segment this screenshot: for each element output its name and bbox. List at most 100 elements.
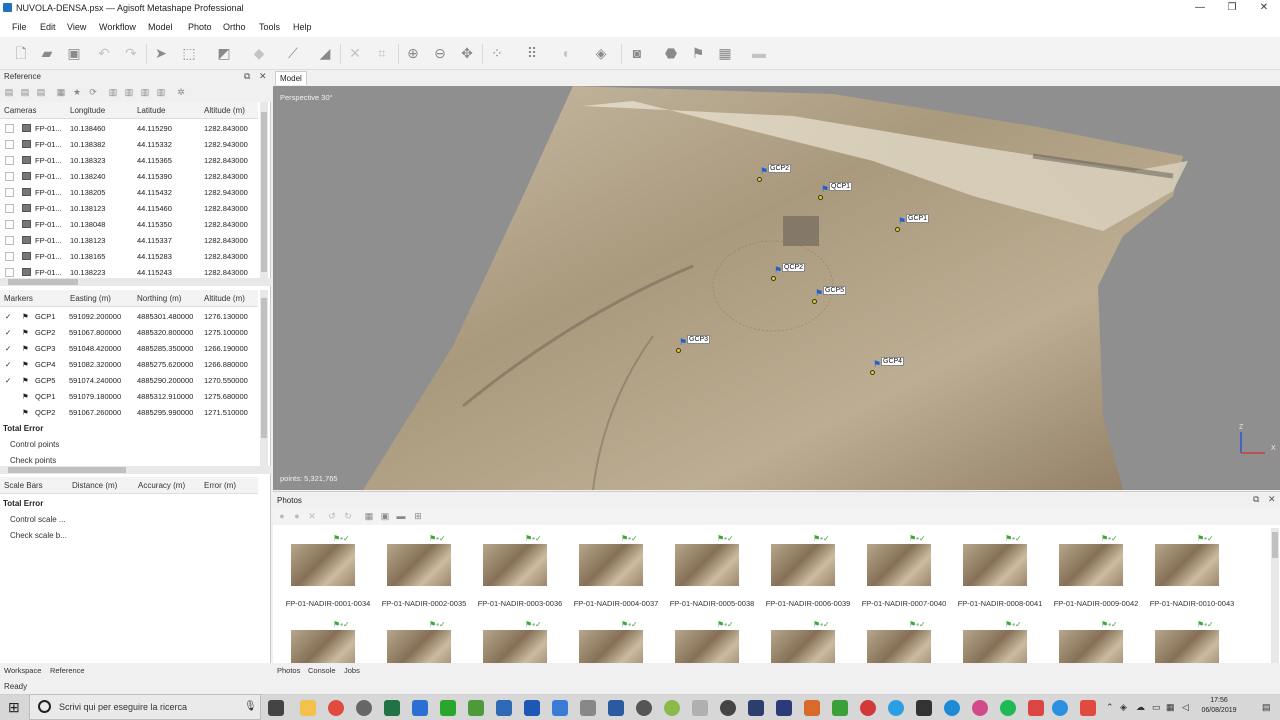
col-altitude[interactable]: Altitude (m) (204, 106, 245, 115)
marker-checkbox[interactable]: ✓ (5, 360, 11, 369)
cameras-hscroll[interactable] (0, 278, 271, 286)
photo-thumbnail[interactable]: ⚑▪✓ FP-01-NADIR-0004-0037 (571, 532, 661, 608)
close-panel-icon[interactable]: ✕ (259, 71, 267, 82)
col-error[interactable]: Error (m) (204, 481, 236, 490)
show-flags-icon[interactable]: ⚑ (689, 45, 707, 63)
show-markers-icon[interactable]: ⬣ (662, 45, 680, 63)
col-latitude[interactable]: Latitude (137, 106, 165, 115)
float-panel-icon[interactable]: ⧉ (244, 71, 250, 82)
camera-checkbox[interactable] (5, 252, 14, 261)
photo-thumbnail[interactable]: ⚑▪✓ FP-01-NADIR-0005-0038 (667, 532, 757, 608)
photo-thumbnail[interactable]: ⚑▪✓ (283, 618, 373, 664)
metashape-taskbar-icon[interactable] (496, 700, 512, 716)
app-icon-15[interactable] (692, 700, 708, 716)
marker-row[interactable]: ⚑ QCP2 591067.260000 4885295.990000 1271.510… (0, 404, 258, 420)
close-button[interactable]: ✕ (1248, 0, 1280, 17)
photo-thumbnail[interactable]: ⚑▪✓ FP-01-NADIR-0002-0035 (379, 532, 469, 608)
camera-checkbox[interactable] (5, 124, 14, 133)
camera-row[interactable]: FP-01... 10.138205 44.115432 1282.943000 (0, 184, 258, 200)
menu-ortho[interactable]: Ortho (223, 22, 246, 32)
mesh-icon[interactable]: ◐ (558, 45, 576, 63)
model-select-icon[interactable]: ◩ (215, 45, 233, 63)
camera-row[interactable]: FP-01... 10.138165 44.115283 1282.843000 (0, 248, 258, 264)
menu-tools[interactable]: Tools (259, 22, 280, 32)
app-icon-18[interactable] (776, 700, 792, 716)
zoom-in-icon[interactable]: ⊕ (404, 45, 422, 63)
photo-thumbnail[interactable]: ⚑▪✓ FP-01-NADIR-0006-0039 (763, 532, 853, 608)
reset-filter-icon[interactable]: ▬ (396, 511, 406, 521)
menu-workflow[interactable]: Workflow (99, 22, 136, 32)
photo-thumbnail[interactable]: ⚑▪✓ FP-01-NADIR-0010-0043 (1147, 532, 1237, 608)
rect-select-icon[interactable]: ⬚ (180, 45, 198, 63)
markers-vscroll[interactable] (260, 290, 268, 466)
tray-app-icon[interactable]: ◈ (1120, 702, 1127, 713)
app-icon-14[interactable] (664, 700, 680, 716)
zoom-out-icon[interactable]: ⊖ (431, 45, 449, 63)
col-scale-bars[interactable]: Scale Bars (4, 481, 43, 490)
photo-thumbnail[interactable]: ⚑▪✓ (955, 618, 1045, 664)
camera-checkbox[interactable] (5, 188, 14, 197)
photo-thumbnail[interactable]: ⚑▪✓ FP-01-NADIR-0009-0042 (1051, 532, 1141, 608)
explorer-icon[interactable] (300, 700, 316, 716)
export-icon[interactable]: ▤ (20, 87, 30, 97)
chrome-icon[interactable] (328, 700, 344, 716)
photos-vscroll[interactable] (1271, 528, 1279, 664)
photo-thumbnail[interactable]: ⚑▪✓ FP-01-NADIR-0007-0040 (859, 532, 949, 608)
app-icon-5[interactable] (412, 700, 428, 716)
new-icon[interactable]: 🗋 (12, 45, 30, 63)
marker-row[interactable]: ✓ ⚑ GCP4 591082.320000 4885275.620000 1266.88… (0, 356, 258, 372)
undo-icon[interactable]: ↶ (95, 45, 113, 63)
marker-checkbox[interactable]: ✓ (5, 376, 11, 385)
marker-row[interactable]: ✓ ⚑ GCP5 591074.240000 4885290.200000 1270.55… (0, 372, 258, 388)
update-icon[interactable]: ⟳ (88, 87, 98, 97)
tiled-model-icon[interactable]: ◈ (592, 45, 610, 63)
tray-volume-icon[interactable]: ◁ (1182, 702, 1189, 713)
photo-thumbnail[interactable]: ⚑▪✓ (763, 618, 853, 664)
task-view-icon[interactable] (268, 700, 284, 716)
tab-model[interactable]: Model (275, 71, 307, 85)
open-icon[interactable]: ▰ (38, 45, 56, 63)
eraser-icon[interactable]: ◢ (316, 45, 334, 63)
tray-cloud-icon[interactable]: ☁ (1136, 702, 1145, 713)
view-source-icon[interactable]: ▥ (108, 87, 118, 97)
photo-thumbnail[interactable]: ⚑▪✓ (475, 618, 565, 664)
app-icon-7[interactable] (468, 700, 484, 716)
menu-help[interactable]: Help (293, 22, 312, 32)
marker-row[interactable]: ✓ ⚑ GCP3 591048.420000 4885285.350000 1266.19… (0, 340, 258, 356)
menu-file[interactable]: File (12, 22, 27, 32)
app-icon-22[interactable] (888, 700, 904, 716)
col-markers[interactable]: Markers (4, 294, 33, 303)
marker-row[interactable]: ✓ ⚑ GCP2 591067.800000 4885320.800000 1275.10… (0, 324, 258, 340)
camera-row[interactable]: FP-01... 10.138223 44.115243 1282.843000 (0, 264, 258, 278)
tray-battery-icon[interactable]: ▭ (1152, 702, 1161, 713)
crop-icon[interactable]: ⌗ (373, 45, 391, 63)
check-scale-row[interactable]: Check scale b... (10, 531, 67, 540)
col-cameras[interactable]: Cameras (4, 106, 36, 115)
camera-icon[interactable]: ◙ (628, 45, 646, 63)
tray-network-icon[interactable]: ▦ (1166, 702, 1175, 713)
col-longitude[interactable]: Longitude (70, 106, 105, 115)
camera-checkbox[interactable] (5, 268, 14, 277)
marker-checkbox[interactable]: ✓ (5, 312, 11, 321)
app-icon-29[interactable] (1080, 700, 1096, 716)
app-icon-25[interactable] (972, 700, 988, 716)
camera-checkbox[interactable] (5, 172, 14, 181)
tab-photos[interactable]: Photos (277, 666, 300, 675)
tray-chevron-icon[interactable]: ⌃ (1106, 702, 1114, 713)
photo-thumbnail[interactable]: ⚑▪✓ (379, 618, 469, 664)
menu-view[interactable]: View (67, 22, 86, 32)
photo-thumbnail[interactable]: ⚑▪✓ FP-01-NADIR-0008-0041 (955, 532, 1045, 608)
tab-workspace[interactable]: Workspace (4, 666, 41, 675)
settings-icon[interactable]: ✲ (176, 87, 186, 97)
menu-model[interactable]: Model (148, 22, 173, 32)
app-icon-6[interactable] (440, 700, 456, 716)
camera-checkbox[interactable] (5, 204, 14, 213)
col-altitude-m[interactable]: Altitude (m) (204, 294, 245, 303)
photo-thumbnail[interactable]: ⚑▪✓ (859, 618, 949, 664)
col-accuracy[interactable]: Accuracy (m) (138, 481, 185, 490)
star-icon[interactable]: ★ (72, 87, 82, 97)
point-cloud-icon[interactable]: ⁘ (488, 45, 506, 63)
restore-button[interactable]: ❐ (1216, 0, 1248, 17)
app-icon-19[interactable] (804, 700, 820, 716)
app-icon-21[interactable] (860, 700, 876, 716)
